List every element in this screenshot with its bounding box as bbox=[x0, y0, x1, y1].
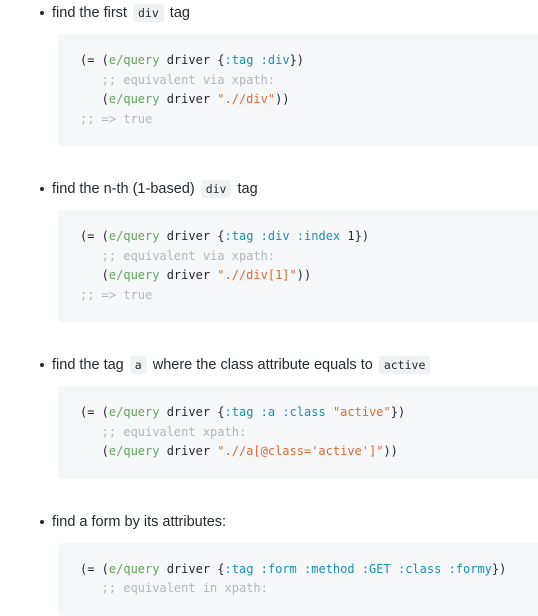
code-token-paren: { bbox=[217, 53, 225, 67]
code-token-com: ;; equivalent xpath: bbox=[80, 424, 247, 439]
code-token-paren: { bbox=[217, 405, 225, 419]
text-run: find a form by its attributes: bbox=[52, 513, 227, 530]
inline-code: div bbox=[200, 180, 232, 198]
inline-code: div bbox=[132, 4, 164, 22]
code-token-paren: { bbox=[217, 229, 225, 243]
code-token-plain: driver bbox=[159, 268, 218, 282]
code-token-kw: :div bbox=[260, 229, 290, 243]
code-token-kw: :tag bbox=[224, 229, 254, 243]
code-token-paren: ( bbox=[80, 268, 109, 282]
doc-bullet-list: find the first div tag (= (e/query driver… bbox=[0, 2, 538, 616]
code-token-paren: (= ( bbox=[80, 561, 109, 576]
code-token-kw: :form bbox=[260, 561, 297, 576]
bullet-icon bbox=[40, 11, 44, 15]
bullet-icon bbox=[40, 187, 44, 191]
code-token-com: ;; => true bbox=[80, 111, 153, 126]
code-token-kw: :index bbox=[296, 229, 341, 243]
text-run: where the class attribute equals to bbox=[148, 357, 377, 373]
list-item-text: find the tag a where the class attribute… bbox=[0, 354, 538, 376]
code-token-paren: }) bbox=[390, 405, 406, 419]
code-token-kw: :class bbox=[397, 561, 442, 576]
code-token-paren: )) bbox=[383, 444, 398, 458]
code-token-kw: :div bbox=[260, 53, 290, 67]
code-token-kw: :tag bbox=[224, 405, 254, 419]
code-token-paren: }) bbox=[289, 53, 305, 67]
code-token-plain: driver bbox=[159, 53, 218, 67]
code-token-fn: e/query bbox=[108, 53, 160, 67]
text-run: find the first bbox=[52, 5, 131, 21]
code-block[interactable]: (= (e/query driver {:tag :div}) ;; equiv… bbox=[58, 34, 538, 146]
code-token-plain: driver bbox=[159, 92, 218, 106]
list-item-text: find the first div tag bbox=[0, 2, 538, 24]
text-run: tag bbox=[165, 5, 190, 21]
list-item: find the n-th (1-based) div tag (= (e/que… bbox=[0, 146, 538, 322]
inline-code: active bbox=[378, 356, 431, 374]
code-token-paren: }) bbox=[354, 229, 370, 243]
code-token-kw: :a bbox=[260, 405, 276, 419]
code-token-paren: { bbox=[217, 561, 225, 576]
bullet-icon bbox=[40, 519, 44, 524]
code-token-kw: :tag bbox=[224, 561, 254, 576]
text-run: find the tag bbox=[52, 357, 128, 373]
text-run: find the n-th (1-based) bbox=[52, 181, 199, 197]
code-token-com: ;; equivalent via xpath: bbox=[80, 72, 276, 87]
code-token-com: ;; equivalent in xpath: bbox=[80, 581, 268, 595]
code-token-com: ;; => true bbox=[80, 287, 153, 302]
text-run: tag bbox=[233, 181, 258, 197]
code-token-paren: (= ( bbox=[80, 405, 109, 419]
code-block[interactable]: (= (e/query driver {:tag :div :index 1})… bbox=[58, 210, 538, 322]
code-token-str: ".//a[@class='active']" bbox=[217, 444, 384, 458]
code-token-kw: :GET bbox=[361, 561, 391, 576]
documentation-page: find the first div tag (= (e/query driver… bbox=[0, 0, 538, 616]
code-token-plain: driver bbox=[159, 405, 218, 419]
code-token-fn: e/query bbox=[108, 561, 160, 576]
code-token-paren: )) bbox=[296, 268, 312, 282]
code-token-kw: :formy bbox=[448, 561, 492, 576]
code-block[interactable]: (= (e/query driver {:tag :form :method :… bbox=[58, 542, 538, 616]
code-token-paren: ( bbox=[80, 92, 109, 106]
code-token-plain: driver bbox=[159, 229, 218, 243]
code-token-plain: driver bbox=[159, 444, 218, 458]
code-token-fn: e/query bbox=[108, 405, 160, 419]
code-block[interactable]: (= (e/query driver {:tag :a :class "acti… bbox=[58, 386, 538, 479]
code-token-fn: e/query bbox=[108, 92, 160, 106]
code-token-str: ".//div" bbox=[217, 92, 276, 106]
code-token-str: ".//div[1]" bbox=[217, 268, 297, 282]
list-item: find the tag a where the class attribute… bbox=[0, 322, 538, 479]
inline-code: a bbox=[129, 356, 147, 374]
code-token-com: ;; equivalent via xpath: bbox=[80, 248, 276, 263]
code-token-paren: (= ( bbox=[80, 53, 109, 67]
list-item: find a form by its attributes: (= (e/quer… bbox=[0, 479, 538, 616]
list-item: find the first div tag (= (e/query driver… bbox=[0, 2, 538, 146]
code-token-kw: :method bbox=[304, 561, 355, 576]
code-token-kw: :class bbox=[282, 405, 326, 419]
code-token-kw: :tag bbox=[224, 53, 254, 67]
code-token-paren: }) bbox=[491, 561, 507, 576]
code-token-fn: e/query bbox=[108, 444, 160, 458]
code-token-fn: e/query bbox=[108, 229, 160, 243]
code-token-fn: e/query bbox=[108, 268, 160, 282]
list-item-text: find a form by its attributes: bbox=[0, 511, 538, 533]
code-token-plain: driver bbox=[159, 561, 218, 576]
bullet-icon bbox=[40, 363, 44, 367]
code-token-num: 1 bbox=[340, 229, 355, 243]
code-token-paren: (= ( bbox=[80, 229, 109, 243]
list-item-text: find the n-th (1-based) div tag bbox=[0, 178, 538, 200]
code-token-str: "active" bbox=[332, 405, 391, 419]
code-token-paren: ( bbox=[80, 444, 109, 458]
code-token-paren: )) bbox=[275, 92, 290, 106]
